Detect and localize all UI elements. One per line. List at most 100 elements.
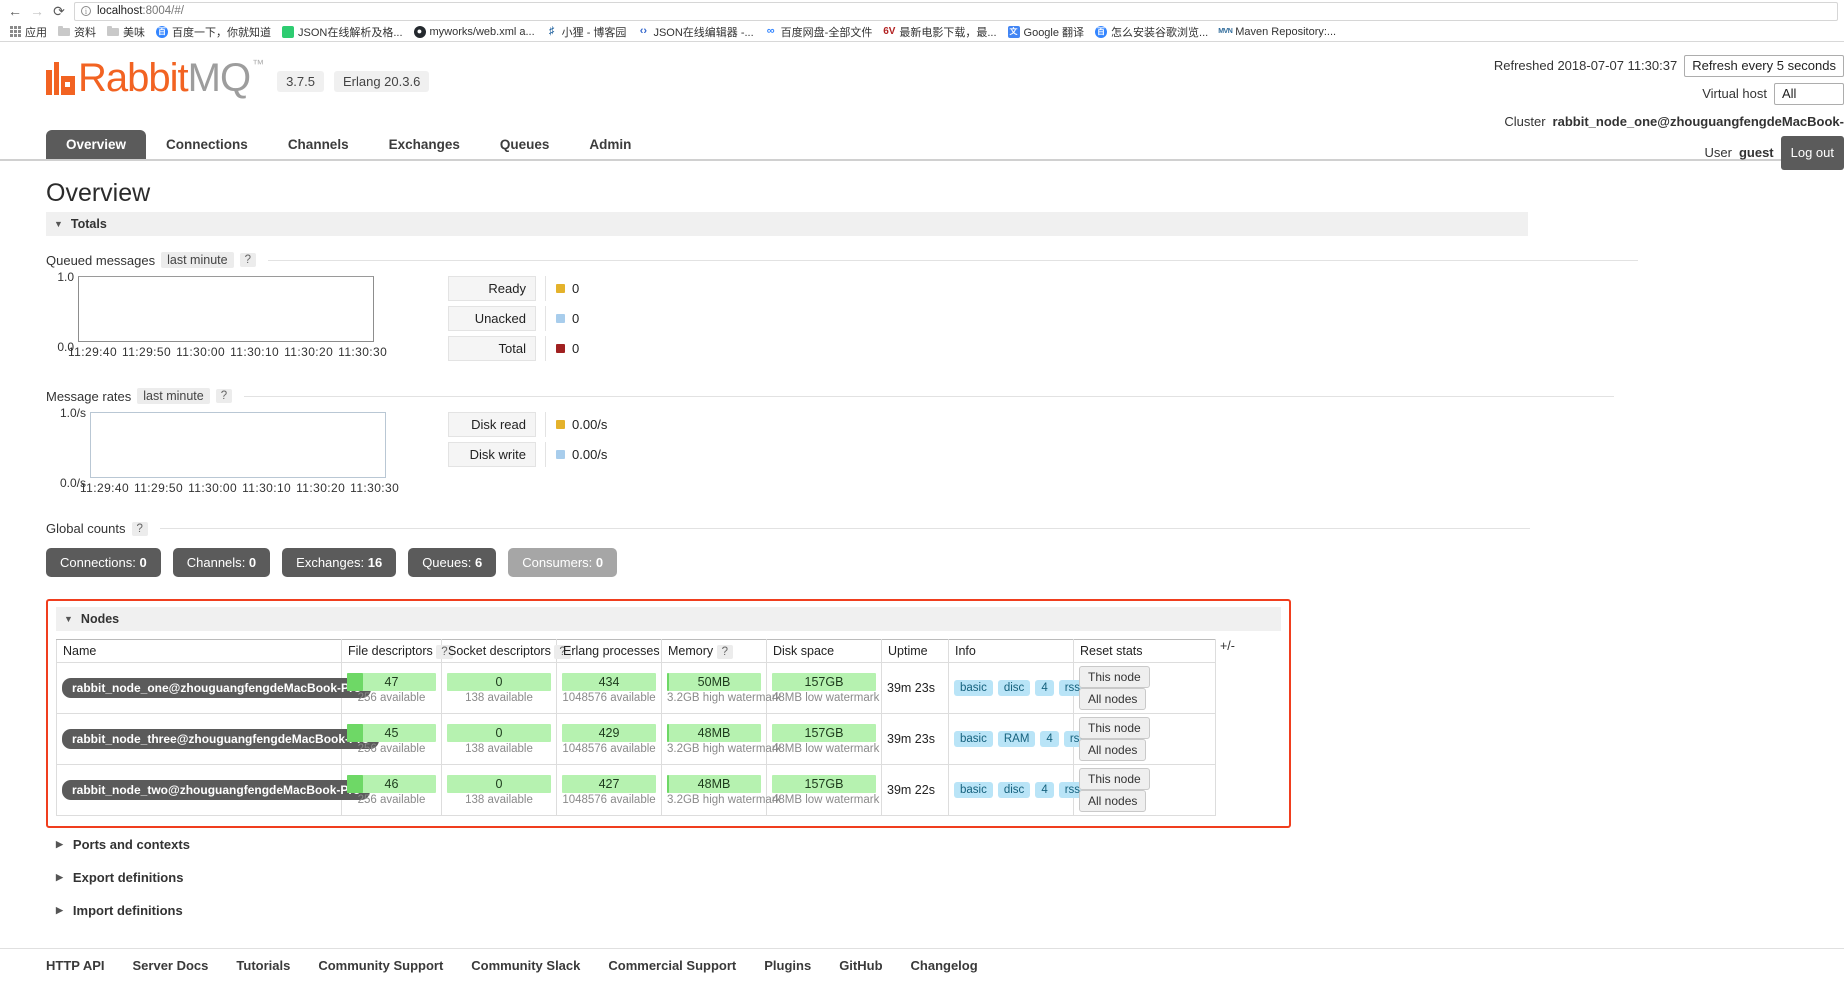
bookmark-maven-repository[interactable]: MVN Maven Repository:... xyxy=(1214,25,1341,39)
y-axis-max: 1.0/s xyxy=(59,406,86,420)
bookmark-google-translate[interactable]: 文 Google 翻译 xyxy=(1003,23,1090,41)
count-queues[interactable]: Queues: 6 xyxy=(408,548,497,577)
info-tag-storage[interactable]: disc xyxy=(997,680,1031,696)
tab-admin[interactable]: Admin xyxy=(569,130,651,159)
forward-arrow-icon[interactable]: → xyxy=(26,1,48,21)
count-connections[interactable]: Connections: 0 xyxy=(46,548,161,577)
info-tag-group: basic RAM 4 rss xyxy=(954,731,1092,747)
x-tick: 11:30:20 xyxy=(296,481,346,495)
footer-link-changelog[interactable]: Changelog xyxy=(911,958,978,973)
reload-icon[interactable]: ⟳ xyxy=(48,1,70,21)
bookmark-cnblogs[interactable]: ♯ 小狸 - 博客园 xyxy=(541,23,632,41)
refresh-interval-select[interactable]: Refresh every 5 seconds xyxy=(1684,55,1844,77)
bookmark-install-chrome[interactable]: 百 怎么安装谷歌浏览... xyxy=(1090,23,1213,41)
info-tag-cores[interactable]: 4 xyxy=(1040,731,1059,747)
nodes-section-header[interactable]: ▼ Nodes xyxy=(56,607,1281,631)
legend-value-total: 0 xyxy=(545,336,589,361)
section-ports-and-contexts[interactable]: ▶ Ports and contexts xyxy=(46,828,1844,861)
node-name-link[interactable]: rabbit_node_three@zhouguangfengdeMacBook… xyxy=(62,729,380,749)
tab-exchanges[interactable]: Exchanges xyxy=(369,130,480,159)
message-rates-period[interactable]: last minute xyxy=(137,388,210,404)
bookmark-meiwei[interactable]: 美味 xyxy=(102,23,150,41)
bookmark-json-parse[interactable]: JSON在线解析及格... xyxy=(277,23,408,41)
gauge-fill xyxy=(347,672,364,691)
col-name[interactable]: Name xyxy=(56,639,342,663)
sd-gauge: 0 xyxy=(447,774,551,793)
footer-link-community-support[interactable]: Community Support xyxy=(318,958,443,973)
col-uptime[interactable]: Uptime xyxy=(881,639,949,663)
reset-all-nodes-button[interactable]: All nodes xyxy=(1079,688,1147,710)
tab-channels[interactable]: Channels xyxy=(268,130,369,159)
help-icon[interactable]: ? xyxy=(716,645,734,659)
count-consumers[interactable]: Consumers: 0 xyxy=(508,548,618,577)
info-tag-basic[interactable]: basic xyxy=(954,680,993,696)
bookmark-json-editor[interactable]: ‹› JSON在线编辑器 -... xyxy=(632,23,758,41)
site-info-icon[interactable]: i xyxy=(81,6,91,16)
address-bar[interactable]: i localhost:8004/#/ xyxy=(74,1,1838,21)
count-channels[interactable]: Channels: 0 xyxy=(172,548,271,577)
queued-messages-period[interactable]: last minute xyxy=(161,252,234,268)
info-tag-cores[interactable]: 4 xyxy=(1035,680,1054,696)
info-tag-storage[interactable]: RAM xyxy=(997,731,1036,747)
reset-this-node-button[interactable]: This node xyxy=(1079,768,1150,790)
footer-link-http-api[interactable]: HTTP API xyxy=(46,958,105,973)
rabbitmq-logo[interactable]: Rabbit MQ ™ xyxy=(46,56,264,100)
info-tag-basic[interactable]: basic xyxy=(954,731,993,747)
footer-link-tutorials[interactable]: Tutorials xyxy=(236,958,290,973)
version-badges: 3.7.5 Erlang 20.3.6 xyxy=(277,71,430,98)
legend-label-ready[interactable]: Ready xyxy=(448,276,536,301)
info-tag-cores[interactable]: 4 xyxy=(1035,782,1054,798)
node-name-link[interactable]: rabbit_node_one@zhouguangfengdeMacBook-P… xyxy=(62,678,372,698)
legend-label-total[interactable]: Total xyxy=(448,336,536,361)
info-tag-storage[interactable]: disc xyxy=(997,782,1031,798)
y-axis-min: 0.0/s xyxy=(59,476,86,490)
bookmark-github-webxml[interactable]: ● myworks/web.xml a... xyxy=(409,25,540,39)
col-socket-descriptors[interactable]: Socket descriptors ? xyxy=(441,639,571,663)
bookmark-baidu-pan[interactable]: ∞ 百度网盘-全部文件 xyxy=(760,23,878,41)
help-icon[interactable]: ? xyxy=(131,521,148,536)
bookmark-baidu[interactable]: 百 百度一下，你就知道 xyxy=(151,23,276,41)
reset-this-node-button[interactable]: This node xyxy=(1079,666,1150,688)
disk-watermark: 48MB low watermark xyxy=(772,742,880,755)
footer-link-github[interactable]: GitHub xyxy=(839,958,882,973)
logo-text-rabbit: Rabbit xyxy=(78,56,189,100)
legend-label-disk-write[interactable]: Disk write xyxy=(448,442,536,467)
footer-link-community-slack[interactable]: Community Slack xyxy=(471,958,580,973)
count-exchanges[interactable]: Exchanges: 16 xyxy=(282,548,397,577)
global-counts-header: Global counts ? xyxy=(46,521,1844,536)
col-memory[interactable]: Memory ? xyxy=(661,639,767,663)
chevron-right-icon: ▶ xyxy=(56,839,63,849)
help-icon[interactable]: ? xyxy=(239,253,256,267)
reset-all-nodes-button[interactable]: All nodes xyxy=(1079,790,1147,812)
footer-link-commercial-support[interactable]: Commercial Support xyxy=(608,958,736,973)
bookmark-apps[interactable]: 应用 xyxy=(4,23,52,41)
section-export-definitions[interactable]: ▶ Export definitions xyxy=(46,861,1844,894)
col-disk-space[interactable]: Disk space xyxy=(766,639,882,663)
help-icon[interactable]: ? xyxy=(215,389,233,403)
google-translate-icon: 文 xyxy=(1007,25,1020,38)
col-file-descriptors[interactable]: File descriptors ? xyxy=(341,639,453,663)
tab-connections[interactable]: Connections xyxy=(146,130,268,159)
reset-this-node-button[interactable]: This node xyxy=(1079,717,1150,739)
legend-label-disk-read[interactable]: Disk read xyxy=(448,412,536,437)
col-erlang-processes[interactable]: Erlang processes xyxy=(556,639,662,663)
legend-label-unacked[interactable]: Unacked xyxy=(448,306,536,331)
section-import-definitions[interactable]: ▶ Import definitions xyxy=(46,894,1844,927)
legend-number: 0 xyxy=(572,281,580,296)
disk-watermark: 48MB low watermark xyxy=(772,793,880,806)
vhost-select[interactable]: All xyxy=(1774,83,1844,105)
user-name: guest xyxy=(1738,145,1774,160)
tab-overview[interactable]: Overview xyxy=(46,130,147,159)
logout-button[interactable]: Log out xyxy=(1780,136,1844,170)
footer-link-server-docs[interactable]: Server Docs xyxy=(133,958,209,973)
footer-link-plugins[interactable]: Plugins xyxy=(764,958,811,973)
totals-section-header[interactable]: ▼ Totals xyxy=(46,212,1528,236)
bookmark-6v-movies[interactable]: 6V 最新电影下载，最... xyxy=(878,23,1001,41)
bookmark-ziliao[interactable]: 资料 xyxy=(53,23,101,41)
tab-queues[interactable]: Queues xyxy=(480,130,570,159)
info-tag-basic[interactable]: basic xyxy=(954,782,993,798)
back-arrow-icon[interactable]: ← xyxy=(4,1,26,21)
node-name-link[interactable]: rabbit_node_two@zhouguangfengdeMacBook-P… xyxy=(62,780,371,800)
reset-all-nodes-button[interactable]: All nodes xyxy=(1079,739,1147,761)
column-toggle-button[interactable]: +/- xyxy=(1216,639,1235,653)
